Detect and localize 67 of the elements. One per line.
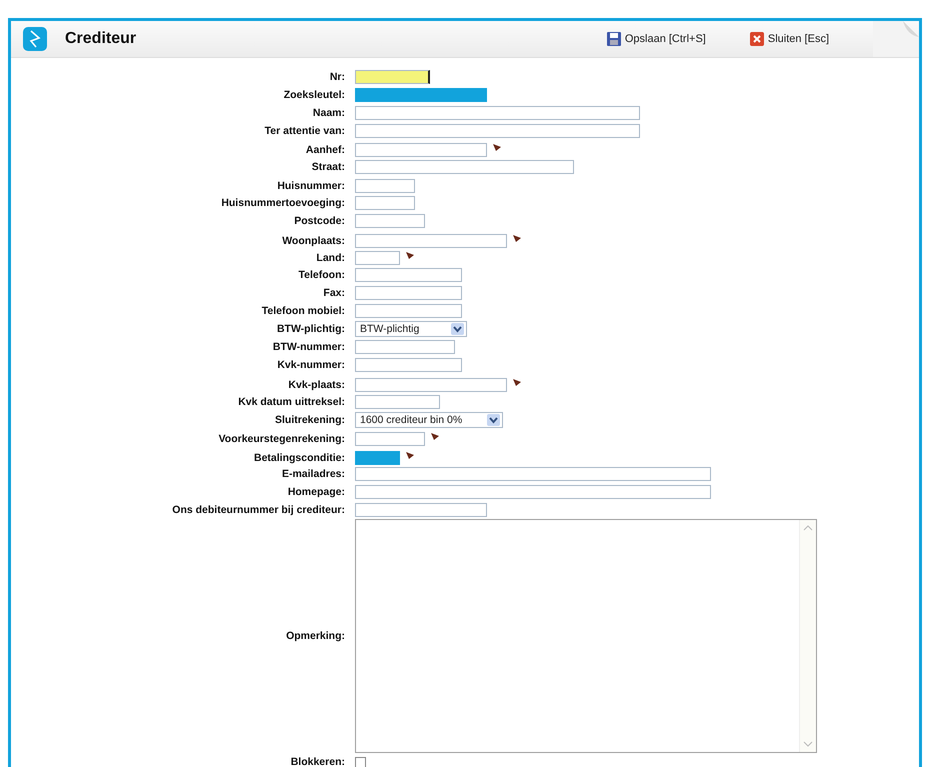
logo-icon (23, 27, 47, 51)
input-field[interactable] (355, 395, 440, 409)
field-label: Straat: (310, 160, 346, 174)
field-label: Voorkeurstegenrekening: (218, 432, 346, 446)
input-field[interactable] (355, 485, 711, 499)
input-field[interactable] (355, 70, 430, 84)
close-icon (750, 32, 764, 46)
field-label: Ons debiteurnummer bij crediteur: (171, 504, 346, 516)
field-label: Aanhef: (304, 144, 346, 156)
input-field[interactable] (355, 432, 425, 446)
input-field[interactable] (355, 451, 400, 465)
field-label: Fax: (322, 286, 346, 300)
input-field[interactable] (355, 340, 455, 354)
dropdown[interactable]: 1600 crediteur bin 0% (355, 412, 503, 428)
input-field[interactable] (355, 286, 462, 300)
lookup-icon[interactable] (406, 251, 415, 259)
field-label: Homepage: (286, 486, 346, 498)
save-button[interactable]: Opslaan [Ctrl+S] (606, 32, 706, 46)
window-title: Crediteur (65, 30, 138, 48)
field-label: Blokkeren: (290, 756, 346, 767)
field-label: Huisnummer: (276, 180, 346, 192)
lookup-icon[interactable] (406, 451, 415, 459)
field-label: Kvk datum uittreksel: (237, 396, 346, 408)
field-label: Zoeksleutel: (282, 88, 346, 102)
lookup-icon[interactable] (493, 143, 502, 151)
input-field[interactable] (355, 196, 415, 210)
field-label: Woonplaats: (281, 234, 346, 248)
field-label: Nr: (328, 70, 346, 84)
field-label: E-mailadres: (280, 468, 346, 480)
chevron-down-icon (451, 323, 464, 335)
input-field[interactable] (355, 179, 415, 193)
field-label: Betalingsconditie: (252, 452, 346, 464)
input-field[interactable] (355, 143, 487, 157)
field-label: BTW-nummer: (272, 340, 346, 354)
input-field[interactable] (355, 503, 487, 517)
input-field[interactable] (355, 88, 487, 102)
lookup-icon[interactable] (513, 378, 522, 386)
field-label: Sluitrekening: (274, 414, 346, 426)
input-field[interactable] (355, 214, 425, 228)
field-label: Kvk-nummer: (276, 358, 346, 372)
lookup-icon[interactable] (431, 432, 440, 440)
input-field[interactable] (355, 124, 640, 138)
field-label: Kvk-plaats: (287, 378, 346, 392)
input-field[interactable] (355, 358, 462, 372)
lookup-icon[interactable] (513, 234, 522, 242)
input-field[interactable] (355, 106, 640, 120)
field-label: Naam: (312, 106, 346, 120)
field-label: Telefoon mobiel: (260, 304, 346, 318)
field-label: BTW-plichtig: (276, 322, 346, 336)
input-field[interactable] (355, 251, 400, 265)
field-label: Postcode: (293, 214, 346, 228)
input-field[interactable] (355, 378, 507, 392)
checkbox[interactable] (355, 756, 366, 767)
input-field[interactable] (355, 304, 462, 318)
dropdown[interactable]: BTW-plichtig (355, 321, 467, 337)
input-field[interactable] (355, 268, 462, 282)
close-button[interactable]: Sluiten [Esc] (750, 32, 829, 46)
field-label: Telefoon: (298, 268, 346, 282)
input-field[interactable] (355, 160, 574, 174)
field-label: Land: (315, 252, 346, 264)
field-label: Opmerking: (285, 630, 346, 642)
chevron-down-icon (487, 414, 500, 426)
input-field[interactable] (355, 234, 507, 248)
scrollbar[interactable] (799, 520, 816, 752)
input-field[interactable] (355, 467, 711, 481)
field-label: Huisnummertoevoeging: (220, 196, 346, 210)
field-label: Ter attentie van: (264, 124, 346, 138)
